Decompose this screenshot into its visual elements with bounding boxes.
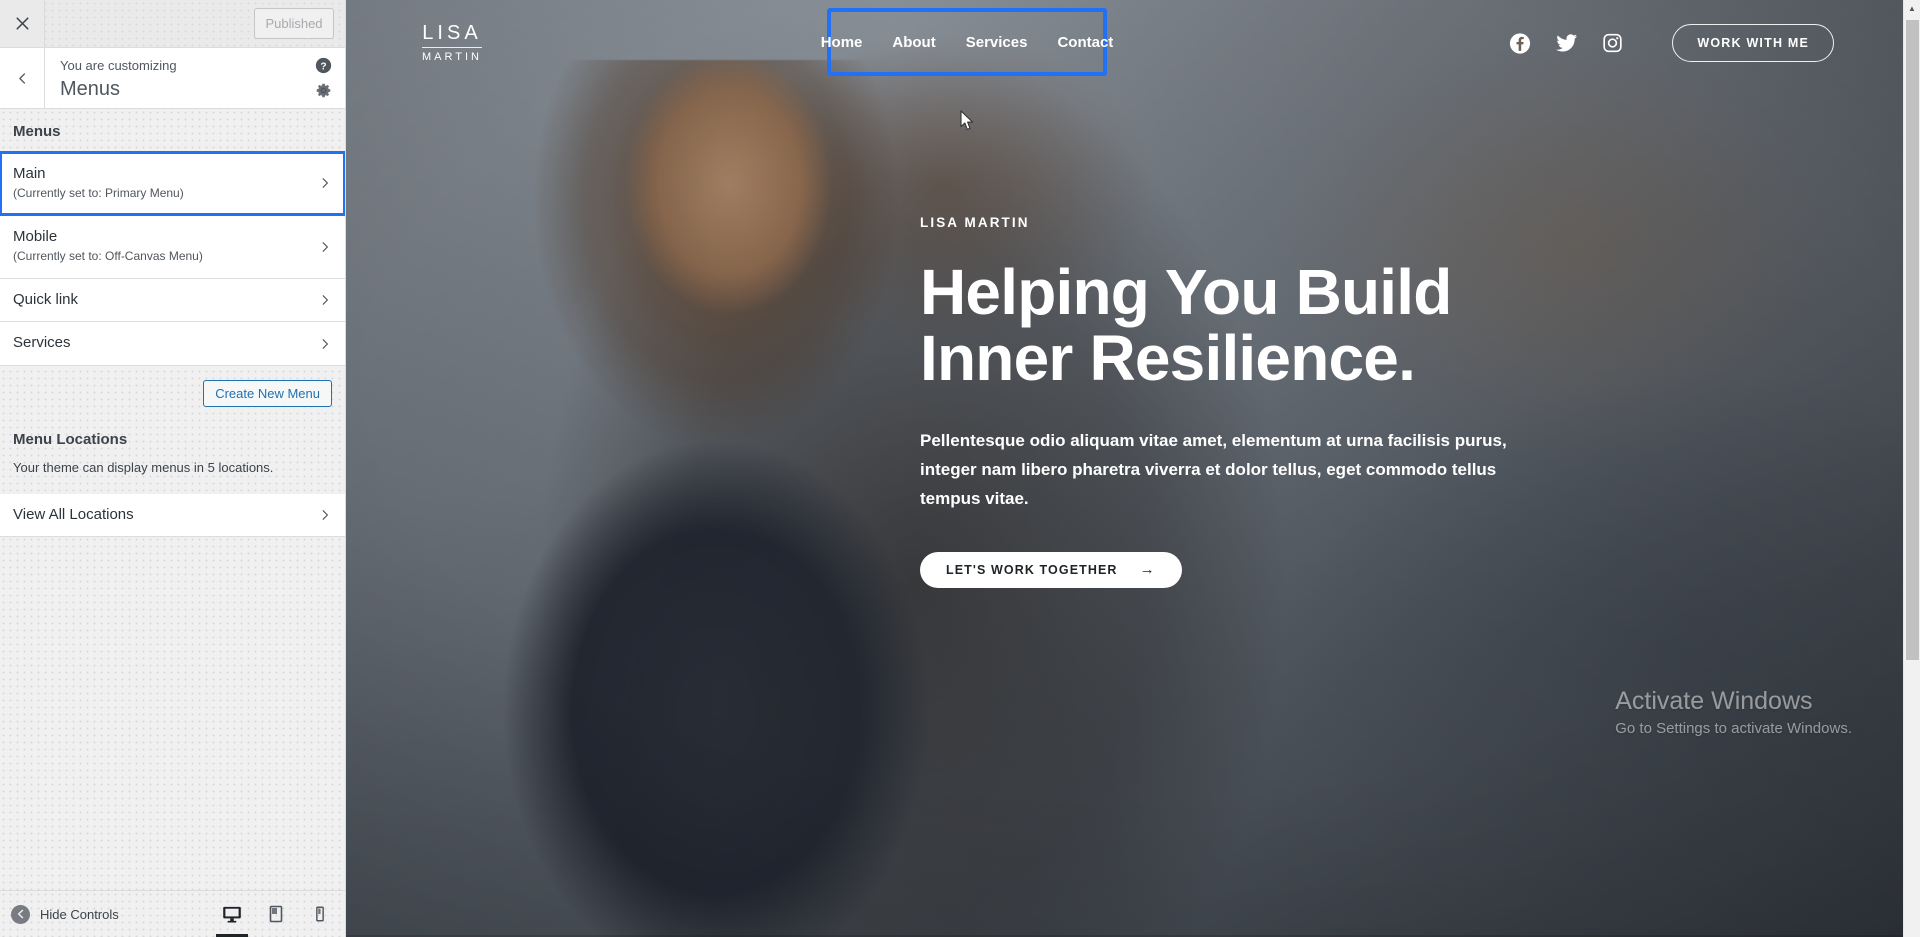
twitter-icon[interactable] (1555, 32, 1578, 55)
customizer-header-icons: ? (315, 48, 332, 108)
svg-text:?: ? (320, 61, 326, 72)
view-all-locations-label: View All Locations (13, 505, 134, 523)
chevron-right-icon (322, 241, 328, 252)
customizing-label: You are customizing (60, 58, 177, 73)
nav-link-about[interactable]: About (892, 34, 935, 51)
facebook-icon[interactable] (1509, 32, 1531, 54)
menu-item-label: Services (13, 334, 71, 352)
nav-link-contact[interactable]: Contact (1057, 34, 1113, 51)
customizer-body: Menus Main (Currently set to: Primary Me… (0, 109, 345, 890)
customizer-sidebar: Published You are customizing Menus ? Me… (0, 0, 346, 937)
arrow-right-icon: → (1139, 561, 1156, 579)
menus-section-title: Menus (13, 123, 61, 140)
chevron-left-icon (18, 72, 25, 84)
logo-line-1: LISA (422, 22, 482, 44)
menu-item-sublabel: (Currently set to: Off-Canvas Menu) (13, 249, 203, 264)
hero-paragraph: Pellentesque odio aliquam vitae amet, el… (920, 430, 1507, 509)
hero-content: LISA MARTIN Helping You Build Inner Resi… (920, 215, 1580, 588)
chevron-right-icon (322, 295, 328, 305)
primary-nav: Home About Services Contact (821, 34, 1114, 51)
menu-item-quick-link[interactable]: Quick link (0, 278, 345, 323)
hero-heading-line-2: Inner Resilience. (920, 321, 1416, 394)
hide-controls-button[interactable]: Hide Controls (0, 904, 119, 924)
customizer-header: You are customizing Menus ? (0, 48, 345, 109)
hero-button-label: LET'S WORK TOGETHER (946, 562, 1118, 577)
preview-scrollbar[interactable]: ▲ (1903, 0, 1920, 937)
chevron-right-icon (322, 178, 328, 188)
customizer-footer: Hide Controls (0, 890, 345, 937)
gear-icon[interactable] (315, 82, 332, 99)
desktop-icon (223, 906, 241, 923)
instagram-icon[interactable] (1602, 33, 1623, 54)
menu-item-services[interactable]: Services (0, 322, 345, 367)
back-button[interactable] (0, 48, 45, 108)
work-with-me-button[interactable]: WORK WITH ME (1672, 24, 1834, 62)
locations-list: View All Locations (0, 493, 345, 538)
customizer-topbar: Published (0, 0, 345, 48)
menu-locations-title: Menu Locations (13, 431, 128, 449)
close-customizer-button[interactable] (0, 0, 45, 47)
chevron-right-icon (322, 339, 328, 349)
lets-work-together-button[interactable]: LET'S WORK TOGETHER → (920, 551, 1182, 588)
menu-item-mobile[interactable]: Mobile (Currently set to: Off-Canvas Men… (0, 215, 345, 279)
panel-title: Menus (60, 78, 121, 101)
device-tablet-button[interactable] (263, 899, 289, 929)
menu-item-label: Mobile (13, 228, 58, 246)
hero-eyebrow: LISA MARTIN (920, 215, 1030, 230)
device-preview-switcher (216, 891, 333, 937)
create-new-menu-button[interactable]: Create New Menu (203, 380, 332, 408)
scroll-up-arrow-icon[interactable]: ▲ (1904, 0, 1920, 17)
site-header: LISA MARTIN Home About Services Contact (346, 0, 1920, 86)
logo-line-2: MARTIN (422, 51, 482, 63)
customizer-header-text: You are customizing Menus (45, 48, 177, 108)
device-mobile-button[interactable] (307, 899, 333, 929)
menus-list: Main (Currently set to: Primary Menu) Mo… (0, 150, 345, 367)
mobile-icon (316, 906, 324, 922)
mouse-cursor (960, 110, 974, 130)
menu-item-main[interactable]: Main (Currently set to: Primary Menu) (0, 150, 345, 217)
watermark-title: Activate Windows (1615, 686, 1813, 715)
hero-heading-line-1: Helping You Build (920, 256, 1452, 328)
site-preview: LISA MARTIN Home About Services Contact (346, 0, 1920, 937)
primary-menu-highlight[interactable]: Home About Services Contact (821, 8, 1113, 76)
nav-link-services[interactable]: Services (966, 34, 1028, 51)
view-all-locations-row[interactable]: View All Locations (0, 493, 345, 538)
site-logo[interactable]: LISA MARTIN (422, 23, 482, 63)
social-links (1509, 32, 1623, 55)
menu-locations-description: Your theme can display menus in 5 locati… (13, 460, 274, 476)
device-desktop-button[interactable] (216, 899, 248, 937)
activate-windows-watermark: Activate Windows Go to Settings to activ… (1615, 686, 1852, 737)
publish-button[interactable]: Published (254, 8, 334, 39)
chevron-right-icon (322, 510, 328, 520)
collapse-arrow-icon (11, 904, 30, 924)
hero-heading: Helping You Build Inner Resilience. (920, 259, 1580, 394)
menu-item-sublabel: (Currently set to: Primary Menu) (13, 185, 184, 200)
scrollbar-thumb[interactable] (1906, 20, 1919, 660)
hide-controls-label: Hide Controls (40, 906, 119, 922)
logo-divider (422, 47, 482, 48)
nav-link-home[interactable]: Home (821, 34, 863, 51)
menu-item-label: Quick link (13, 290, 79, 308)
tablet-icon (269, 905, 283, 923)
close-icon (15, 17, 29, 30)
help-icon[interactable]: ? (315, 57, 332, 74)
screen: Published You are customizing Menus ? Me… (0, 0, 1920, 937)
menu-item-label: Main (13, 165, 46, 182)
watermark-subtitle: Go to Settings to activate Windows. (1615, 720, 1852, 737)
create-new-menu-row: Create New Menu (0, 366, 345, 425)
